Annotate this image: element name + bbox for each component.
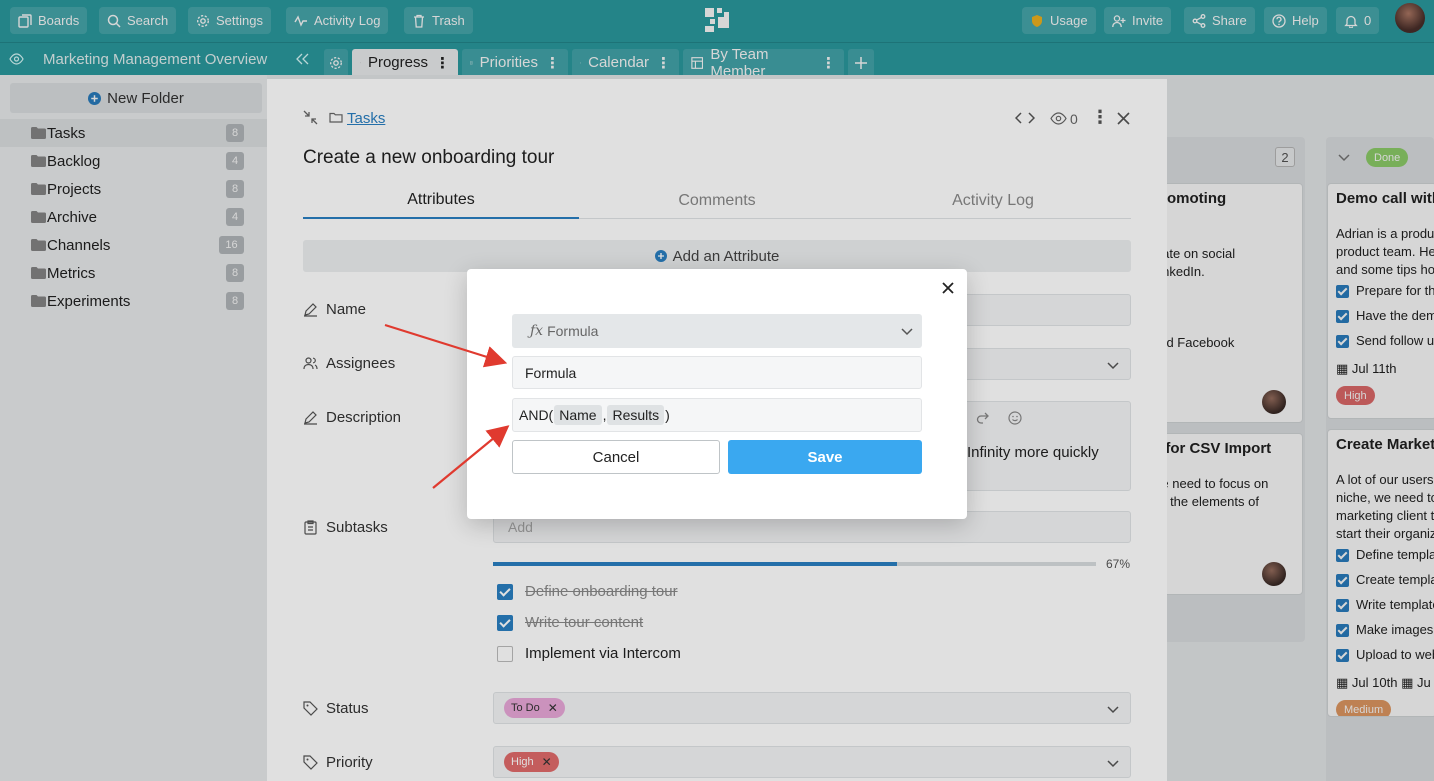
formula-attribute-dialog: ƒx Formula Formula AND( Name , Results )… (467, 269, 967, 519)
formula-token-name[interactable]: Name (554, 405, 602, 425)
attribute-type-select[interactable]: ƒx Formula (512, 314, 922, 348)
formula-function: AND( (519, 407, 554, 423)
chevron-down-icon (901, 328, 913, 336)
attribute-name-value: Formula (525, 364, 577, 381)
function-icon: ƒx (530, 323, 544, 339)
formula-token-results[interactable]: Results (607, 405, 665, 425)
formula-expression-input[interactable]: AND( Name , Results ) (512, 398, 922, 432)
save-button[interactable]: Save (728, 440, 922, 474)
attribute-type-value: Formula (547, 323, 599, 339)
formula-close-paren: ) (665, 407, 670, 423)
formula-separator: , (602, 407, 607, 423)
close-icon[interactable] (942, 282, 954, 294)
cancel-button[interactable]: Cancel (512, 440, 720, 474)
attribute-name-input[interactable]: Formula (512, 356, 922, 389)
